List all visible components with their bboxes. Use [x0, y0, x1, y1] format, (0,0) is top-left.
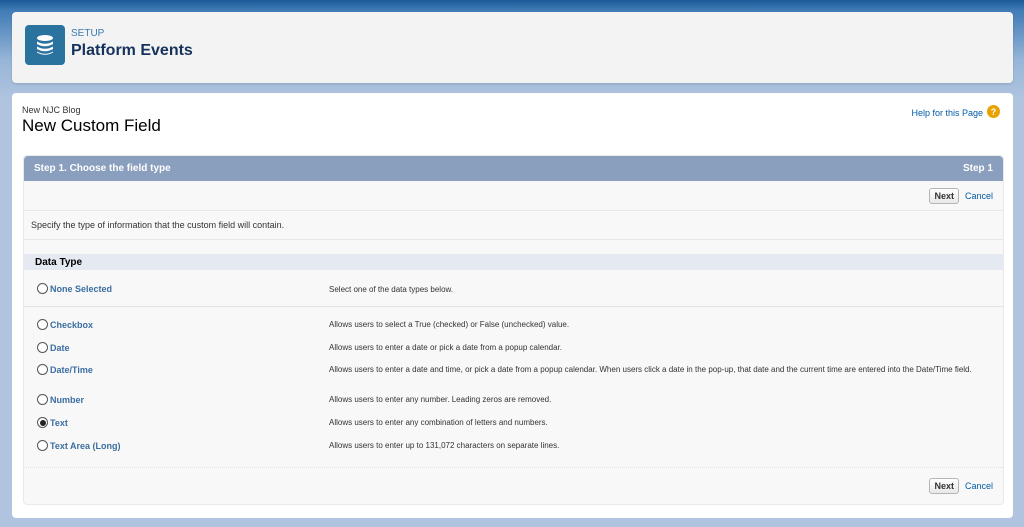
- next-button[interactable]: Next: [929, 187, 959, 204]
- step-header: Step 1. Choose the field type Step 1: [24, 156, 1003, 181]
- option-label[interactable]: Date: [50, 343, 70, 353]
- option-description: Allows users to enter any combination of…: [329, 418, 548, 427]
- radio-none-selected[interactable]: [37, 283, 48, 294]
- main-content: New NJC Blog New Custom Field Help for t…: [12, 93, 1013, 518]
- option-description: Allows users to enter a date or pick a d…: [329, 343, 563, 352]
- breadcrumb: New NJC Blog: [22, 105, 81, 115]
- data-type-option-none: None Selected Select one of the data typ…: [24, 270, 1003, 306]
- step-panel: Step 1. Choose the field type Step 1 Nex…: [23, 155, 1004, 505]
- next-button-bottom[interactable]: Next: [929, 478, 959, 494]
- radio-text[interactable]: [37, 417, 48, 428]
- option-label[interactable]: Number: [50, 395, 84, 405]
- data-type-option: Date/Time Allows users to enter a date a…: [24, 364, 1003, 394]
- option-description: Allows users to enter a date and time, o…: [329, 365, 972, 374]
- help-icon[interactable]: ?: [987, 105, 1000, 118]
- option-label[interactable]: Text: [50, 418, 68, 428]
- cancel-link[interactable]: Cancel: [965, 191, 993, 201]
- bottom-button-row: Next Cancel: [24, 467, 1003, 504]
- setup-header: SETUP Platform Events: [12, 12, 1013, 83]
- cancel-link-bottom[interactable]: Cancel: [965, 481, 993, 491]
- instructions: Specify the type of information that the…: [24, 211, 1003, 240]
- data-type-option: Text Area (Long) Allows users to enter u…: [24, 440, 1003, 463]
- step-indicator: Step 1: [962, 163, 993, 174]
- option-description: Allows users to enter any number. Leadin…: [329, 395, 552, 404]
- data-type-options: Checkbox Allows users to select a True (…: [24, 307, 1003, 463]
- step-title: Step 1. Choose the field type: [34, 163, 171, 174]
- radio-date-time[interactable]: [37, 364, 48, 375]
- data-type-option: Number Allows users to enter any number.…: [24, 394, 1003, 417]
- page-title: New Custom Field: [22, 116, 161, 135]
- radio-text-area-long[interactable]: [37, 440, 48, 451]
- option-label[interactable]: Text Area (Long): [50, 441, 121, 451]
- option-description: Select one of the data types below.: [329, 285, 454, 294]
- setup-eyebrow: SETUP: [71, 28, 105, 39]
- header-title: Platform Events: [71, 42, 193, 59]
- radio-checkbox[interactable]: [37, 319, 48, 330]
- radio-number[interactable]: [37, 394, 48, 405]
- radio-date[interactable]: [37, 342, 48, 353]
- option-description: Allows users to select a True (checked) …: [329, 320, 570, 329]
- top-button-row: Next Cancel: [24, 181, 1003, 211]
- option-label[interactable]: Date/Time: [50, 365, 93, 375]
- data-type-section-header: Data Type: [24, 254, 1003, 270]
- option-label[interactable]: None Selected: [50, 284, 112, 294]
- option-label[interactable]: Checkbox: [50, 320, 93, 330]
- data-type-option: Text Allows users to enter any combinati…: [24, 417, 1003, 440]
- data-type-option: Checkbox Allows users to select a True (…: [24, 319, 1003, 342]
- data-type-option: Date Allows users to enter a date or pic…: [24, 342, 1003, 364]
- database-icon: [25, 25, 65, 65]
- help-link[interactable]: Help for this Page: [911, 108, 983, 118]
- option-description: Allows users to enter up to 131,072 char…: [329, 441, 560, 450]
